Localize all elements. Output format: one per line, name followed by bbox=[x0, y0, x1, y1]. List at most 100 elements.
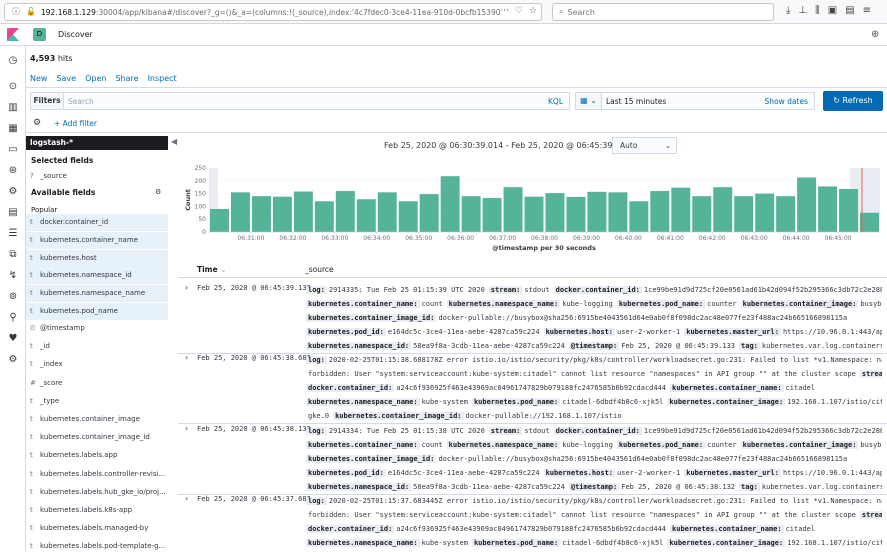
info-icon[interactable]: ⓘ bbox=[11, 7, 21, 17]
download-icon[interactable]: ⤓ bbox=[786, 5, 790, 16]
field-key: kubernetes.master_url: bbox=[684, 469, 781, 477]
field-item[interactable]: t docker.container_id bbox=[26, 214, 168, 231]
refresh-button[interactable]: ↻ Refresh bbox=[823, 91, 883, 111]
menu-inspect[interactable]: Inspect bbox=[148, 74, 177, 83]
sidebar-toggle-icon[interactable]: ▣ bbox=[828, 5, 837, 16]
dashboard-icon[interactable]: ▦ bbox=[7, 123, 19, 135]
field-item[interactable]: t kubernetes.namespace_id bbox=[26, 267, 168, 285]
histogram-chart[interactable]: 0 50 100 150 200 250 06:31:00 06:32:00 06:33:00 0… bbox=[180, 160, 880, 255]
field-item[interactable]: t kubernetes.host bbox=[26, 249, 168, 267]
y-tick-label: 0 bbox=[202, 229, 206, 236]
filter-settings-icon[interactable]: ⚙ bbox=[33, 118, 41, 128]
expand-row-icon[interactable]: › bbox=[185, 353, 188, 362]
library-icon[interactable]: ⫼ bbox=[815, 5, 820, 16]
canvas-icon[interactable]: ▭ bbox=[7, 144, 19, 156]
date-picker[interactable]: ▦ ⌄ Last 15 minutes Show dates bbox=[575, 92, 815, 110]
field-key: tag: bbox=[739, 483, 760, 491]
kibana-logo-icon[interactable] bbox=[6, 28, 20, 42]
field-item[interactable]: t kubernetes.labels.k8s-app bbox=[26, 502, 168, 519]
field-item[interactable]: t kubernetes.labels.controller-revisi... bbox=[26, 466, 168, 483]
menu-share[interactable]: Share bbox=[115, 74, 138, 83]
bar bbox=[461, 196, 481, 232]
field-value: 192.168.1.107/istio/citadel:1.3.0- bbox=[787, 539, 882, 547]
expand-row-icon[interactable]: › bbox=[185, 494, 188, 503]
field-value: citadel-6dbdf4b8c6-xjk5l bbox=[562, 539, 664, 547]
menu-new[interactable]: New bbox=[30, 74, 47, 83]
recent-icon[interactable]: ◷ bbox=[7, 55, 19, 67]
space-avatar[interactable]: D bbox=[33, 28, 46, 41]
field-value: kube-logging bbox=[562, 441, 613, 449]
siem-icon[interactable]: ⊚ bbox=[7, 291, 19, 303]
expand-row-icon[interactable]: › bbox=[185, 283, 188, 292]
calendar-icon[interactable]: ▦ ⌄ bbox=[576, 93, 602, 109]
logs-icon[interactable]: ☰ bbox=[7, 228, 19, 240]
field-value: forbidden: User "system:serviceaccount:k… bbox=[308, 370, 856, 378]
field-value: kubernetes.var.log.containers.counter_ku… bbox=[761, 483, 882, 491]
page-actions-icon[interactable]: ··· bbox=[500, 6, 509, 16]
field-key: kubernetes.container_image: bbox=[667, 539, 786, 547]
field-item[interactable]: t kubernetes.labels.pod-template-g... bbox=[26, 538, 168, 552]
filters-button[interactable]: Filters bbox=[30, 92, 64, 110]
ml-icon[interactable]: ⚙ bbox=[7, 186, 19, 198]
field-item[interactable]: t _type bbox=[26, 393, 168, 410]
pocket-icon[interactable]: ♡ bbox=[515, 6, 523, 16]
infra-icon[interactable]: ▤ bbox=[7, 207, 19, 219]
show-dates-link[interactable]: Show dates bbox=[765, 97, 808, 106]
kibana-header: D Discover ⊕ bbox=[0, 24, 887, 46]
discover-icon[interactable]: ⊙ bbox=[7, 81, 19, 93]
selected-fields-title: Selected fields bbox=[31, 156, 94, 165]
menu-save[interactable]: Save bbox=[56, 74, 76, 83]
time-range[interactable]: Last 15 minutes bbox=[606, 97, 666, 106]
kql-toggle[interactable]: KQL bbox=[548, 97, 563, 106]
field-item[interactable]: # _score bbox=[26, 375, 168, 392]
devtools-icon[interactable]: ⚲ bbox=[7, 312, 19, 324]
hamburger-menu-icon[interactable]: ≡ bbox=[863, 5, 871, 16]
x-tick-label: 06:37:00 bbox=[489, 235, 516, 242]
apm-icon[interactable]: ⧉ bbox=[7, 249, 19, 261]
management-icon[interactable]: ⚙ bbox=[7, 354, 19, 366]
field-item[interactable]: t kubernetes.pod_name bbox=[26, 303, 168, 320]
add-filter-link[interactable]: + Add filter bbox=[54, 119, 97, 128]
field-item[interactable]: t kubernetes.container_name bbox=[26, 231, 168, 249]
field-item[interactable]: t kubernetes.labels.hub_gke_io/proj... bbox=[26, 484, 168, 501]
field-item[interactable]: t kubernetes.labels.app bbox=[26, 447, 168, 464]
menu-open[interactable]: Open bbox=[85, 74, 106, 83]
field-key: log: bbox=[306, 427, 327, 435]
collapse-sidebar-icon[interactable]: ◀ bbox=[171, 137, 177, 146]
url-text[interactable]: 192.168.1.129:30004/app/kibana#/discover… bbox=[41, 8, 501, 17]
pin-icon[interactable]: ⊥ bbox=[798, 5, 807, 16]
uptime-icon[interactable]: ↯ bbox=[7, 270, 19, 282]
index-pattern-selector[interactable]: logstash-* bbox=[26, 136, 168, 150]
help-icon[interactable]: ⊕ bbox=[871, 29, 879, 40]
field-item[interactable]: ? _source bbox=[26, 168, 168, 185]
field-key: kubernetes.container_image: bbox=[667, 398, 786, 406]
field-item[interactable]: ⏲ @timestamp bbox=[26, 320, 168, 337]
row-timestamp: Feb 25, 2020 @ 06:45:37.683 bbox=[197, 495, 311, 503]
expand-row-icon[interactable]: › bbox=[185, 424, 188, 433]
visualize-icon[interactable]: ▥ bbox=[7, 102, 19, 114]
field-value: kube-system bbox=[421, 539, 468, 547]
x-tick-label: 06:32:00 bbox=[279, 235, 306, 242]
field-item[interactable]: t _index bbox=[26, 356, 168, 373]
field-settings-icon[interactable]: ⚙ bbox=[155, 188, 161, 196]
maps-icon[interactable]: ⊛ bbox=[7, 165, 19, 177]
field-item[interactable]: t kubernetes.container_image bbox=[26, 411, 168, 428]
col-header-time[interactable]: Time ⌄ bbox=[197, 265, 227, 274]
monitoring-icon[interactable]: ♥ bbox=[7, 333, 19, 345]
x-tick-label: 06:39:00 bbox=[573, 235, 600, 242]
x-tick-label: 06:45:00 bbox=[825, 235, 852, 242]
field-value: busybox:latest bbox=[860, 300, 882, 308]
bar bbox=[210, 208, 229, 232]
field-item[interactable]: t kubernetes.labels.managed-by bbox=[26, 520, 168, 537]
bookmark-star-icon[interactable]: ☆ bbox=[529, 6, 537, 16]
field-item[interactable]: t _id bbox=[26, 338, 168, 355]
interval-select[interactable]: Auto ⌄ bbox=[612, 137, 677, 154]
field-item[interactable]: t kubernetes.namespace_name bbox=[26, 285, 168, 303]
insecure-lock-icon[interactable]: 🔓 bbox=[26, 7, 36, 17]
field-item[interactable]: t kubernetes.container_image_id bbox=[26, 429, 168, 446]
bar bbox=[272, 196, 292, 232]
browser-search-bar[interactable]: ⌕ Search bbox=[552, 3, 774, 21]
url-bar[interactable]: ⓘ 🔓 192.168.1.129:30004/app/kibana#/disc… bbox=[4, 3, 542, 21]
query-input[interactable]: Search KQL bbox=[64, 92, 570, 110]
reader-icon[interactable]: ▤ bbox=[845, 5, 854, 16]
